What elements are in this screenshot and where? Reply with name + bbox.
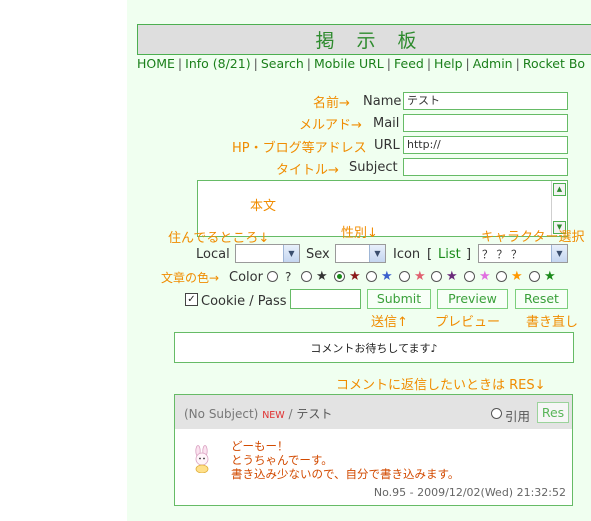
color-label: Color [229,270,263,285]
color-random-label: ? [285,270,292,284]
post-author-separator: / [288,407,293,421]
nav-feed[interactable]: Feed [394,56,424,71]
board-title: 掲示板 [137,24,591,55]
nav-admin[interactable]: Admin [473,56,513,71]
nav-separator: | [253,56,258,71]
color-radio[interactable] [529,271,540,282]
star-icon: ★ [349,269,361,284]
quote-radio[interactable] [491,408,502,419]
mail-hint: メルアド→ [299,118,362,133]
star-icon: ★ [511,269,523,284]
local-select[interactable]: ▼ [235,244,300,263]
scroll-up-icon[interactable]: ▲ [553,183,566,196]
nav-rocket-board[interactable]: Rocket Bo [523,56,585,71]
icon-hint: キャラクター選択 [481,230,585,245]
icon-label: Icon [393,247,421,262]
reply-hint: コメントに返信したいときは RES↓ [336,378,546,393]
icon-select[interactable]: ？ ？ ？ ▼ [478,244,568,263]
subject-label: Subject [349,160,398,175]
color-radio[interactable] [431,271,442,282]
color-hint: 文章の色→ [161,271,220,285]
post-subject-line: (No Subject) NEW / テスト [184,405,332,422]
icon-bracket-open: [ [427,247,433,262]
nav-info[interactable]: Info (8/21) [185,56,250,71]
star-icon: ★ [414,269,426,284]
cookie-checkbox[interactable]: ✓ [185,293,198,306]
nav-separator: | [426,56,432,71]
submit-hint: 送信↑ [371,315,408,330]
post-meta: No.95 - 2009/12/02(Wed) 21:32:52 [373,486,566,499]
reset-button[interactable]: Reset [515,289,568,309]
name-input[interactable]: テスト [403,92,568,110]
nav-help[interactable]: Help [434,56,463,71]
star-icon: ★ [381,269,393,284]
sex-hint: 性別↓ [341,226,378,241]
mail-label: Mail [373,116,400,131]
star-icon: ★ [446,269,458,284]
color-radio[interactable] [399,271,410,282]
preview-button[interactable]: Preview [437,289,508,309]
post-body: どーもー！ とうちゃんでーす。 書き込み少ないので、自分で書き込みます。 [231,439,459,481]
chevron-down-icon: ▼ [283,245,299,262]
nav-separator: | [306,56,311,71]
url-hint: HP・ブログ等アドレス [232,141,367,156]
notice-message: コメントお待ちしてます♪ [174,332,574,363]
url-input[interactable]: http:// [403,136,568,154]
pass-input[interactable] [290,289,361,309]
post-author: テスト [296,407,333,421]
chevron-down-icon: ▼ [551,245,567,262]
icon-value: ？ ？ ？ [482,248,522,261]
post-subject: (No Subject) [184,407,259,421]
post-body-line: とうちゃんでーす。 [231,453,333,467]
nav-separator: | [515,56,520,71]
icon-bracket-close: ] [466,247,472,262]
post-body-line: 書き込み少ないので、自分で書き込みます。 [231,467,460,481]
nav-home[interactable]: HOME [137,56,175,71]
nav-search[interactable]: Search [261,56,304,71]
sex-select[interactable]: ▼ [335,244,386,263]
res-button[interactable]: Res [537,402,569,423]
name-label: Name [363,94,402,109]
chevron-down-icon: ▼ [369,245,385,262]
url-label: URL [374,138,400,153]
color-radio[interactable] [366,271,377,282]
nav-separator: | [386,56,391,71]
color-radio[interactable] [334,271,345,282]
star-icon: ★ [316,269,328,284]
post-card: (No Subject) NEW / テスト 引用 Res どーもー！ とうちゃ… [174,394,573,506]
cookie-label: Cookie / Pass [201,294,287,309]
nav-separator: | [465,56,470,71]
post-body-line: どーもー！ [231,439,289,453]
main-nav: HOME | Info (8/21) | Search | Mobile URL | Feed |… [137,56,585,71]
color-radio[interactable] [301,271,312,282]
preview-hint: プレビュー [435,315,501,330]
color-radio[interactable] [464,271,475,282]
subject-input[interactable] [403,158,568,176]
body-hint: 本文 [250,199,277,214]
quote-label: 引用 [505,409,531,424]
submit-button[interactable]: Submit [367,289,431,309]
star-icon: ★ [544,269,556,284]
post-header: (No Subject) NEW / テスト 引用 Res [175,395,572,429]
rabbit-avatar-icon [195,445,209,473]
color-radio[interactable] [496,271,507,282]
mail-input[interactable] [403,114,568,132]
name-hint: 名前→ [313,96,350,111]
color-radio-random[interactable] [267,271,278,282]
nav-separator: | [177,56,183,71]
subject-hint: タイトル→ [276,163,339,178]
reset-hint: 書き直し [526,315,579,330]
nav-mobile-url[interactable]: Mobile URL [314,56,384,71]
new-badge: NEW [262,410,285,421]
sex-label: Sex [306,247,330,262]
star-icon: ★ [479,269,491,284]
icon-list-link[interactable]: List [438,247,461,262]
local-label: Local [196,247,230,262]
